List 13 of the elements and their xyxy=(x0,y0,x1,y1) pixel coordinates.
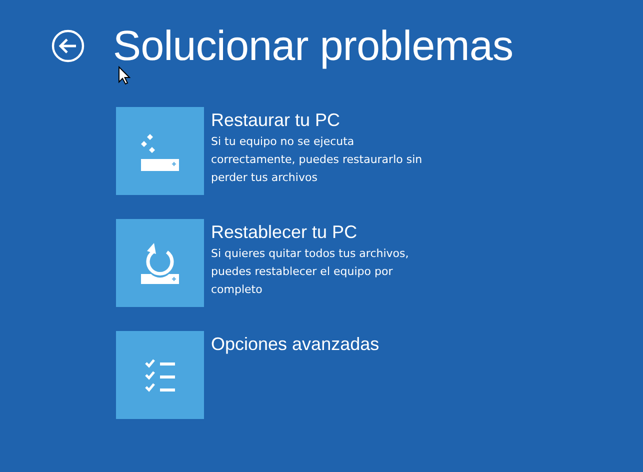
reset-icon xyxy=(140,242,180,284)
option-description: Si quieres quitar todos tus archivos, puedes restablecer el equipo por completo xyxy=(211,246,410,298)
option-tile[interactable] xyxy=(116,331,204,419)
option-title[interactable]: Restaurar tu PC xyxy=(211,108,340,132)
option-description: Si tu equipo no se ejecuta correctamente, puedes restaurarlo sin perder tus archivos xyxy=(211,134,424,186)
checklist-icon xyxy=(144,358,176,392)
option-title[interactable]: Opciones avanzadas xyxy=(211,332,380,356)
option-tile[interactable] xyxy=(116,219,204,307)
option-tile[interactable] xyxy=(116,107,204,195)
back-button[interactable] xyxy=(51,29,85,63)
page-title: Solucionar problemas xyxy=(113,21,514,71)
option-title[interactable]: Restablecer tu PC xyxy=(211,220,358,244)
mouse-cursor-icon xyxy=(118,66,131,85)
